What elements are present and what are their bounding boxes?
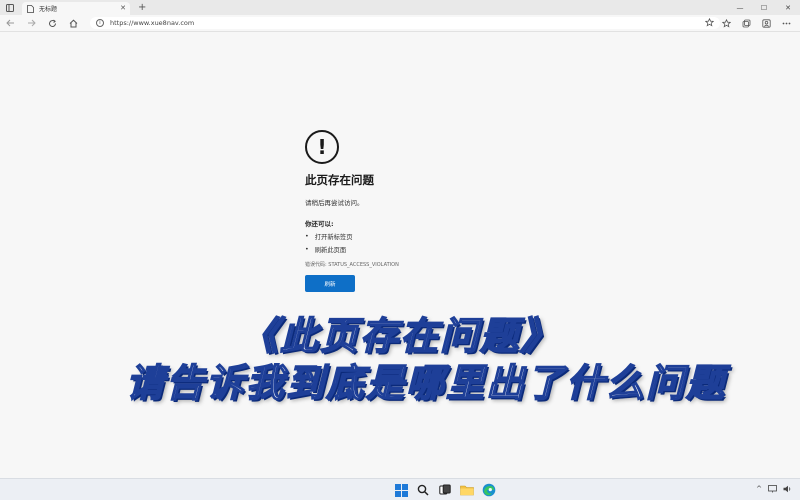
collections-button[interactable] xyxy=(736,15,756,32)
favorites-button[interactable] xyxy=(716,15,736,32)
tab-close-icon[interactable]: ✕ xyxy=(120,5,126,12)
back-button[interactable] xyxy=(0,15,21,32)
profile-button[interactable] xyxy=(756,15,776,32)
system-tray: ^ xyxy=(756,485,792,493)
star-icon xyxy=(721,19,731,28)
overlay-caption-line-2: 请告诉我到底是哪里出了什么问题 xyxy=(125,360,726,406)
home-button[interactable] xyxy=(63,15,84,32)
tab-actions-icon xyxy=(6,3,14,12)
maximize-button[interactable]: ☐ xyxy=(752,0,776,15)
refresh-page-button[interactable]: 刷新 xyxy=(305,275,355,292)
network-icon[interactable] xyxy=(768,485,777,493)
forward-arrow-icon xyxy=(28,19,36,27)
page-icon xyxy=(26,4,34,13)
more-menu-button[interactable] xyxy=(776,15,796,32)
collections-icon xyxy=(742,19,750,28)
back-arrow-icon xyxy=(6,19,14,27)
minimize-button[interactable]: — xyxy=(728,0,752,15)
site-info-icon[interactable]: i xyxy=(96,19,104,27)
suggestions-list: 打开新标签页 刷新此页面 xyxy=(305,232,565,254)
tab-actions-button[interactable] xyxy=(0,0,20,15)
suggestions-heading: 你还可以: xyxy=(305,220,334,228)
profile-icon xyxy=(761,19,771,28)
close-window-button[interactable]: ✕ xyxy=(776,0,800,15)
file-explorer-icon[interactable] xyxy=(459,482,475,498)
volume-icon[interactable] xyxy=(783,485,792,493)
refresh-icon xyxy=(49,19,57,27)
suggestion-open-new-tab: 打开新标签页 xyxy=(305,232,565,241)
home-icon xyxy=(69,19,78,27)
more-dots-icon xyxy=(782,22,790,25)
error-title: 此页存在问题 xyxy=(305,173,374,187)
tab-strip: 无标题 ✕ + — ☐ ✕ xyxy=(0,0,800,16)
error-code: 错误代码: STATUS_ACCESS_VIOLATION xyxy=(305,262,399,268)
refresh-button[interactable] xyxy=(42,15,63,32)
tab-title: 无标题 xyxy=(39,6,58,13)
tray-chevron-icon[interactable]: ^ xyxy=(756,485,762,493)
error-description: 请稍后再尝试访问。 xyxy=(305,199,364,207)
address-bar[interactable]: i https://www.xue8nav.com xyxy=(90,17,720,29)
suggestion-refresh-page: 刷新此页面 xyxy=(305,245,565,254)
task-view-icon[interactable] xyxy=(437,482,453,498)
browser-tab[interactable]: 无标题 ✕ xyxy=(22,1,130,16)
taskbar: ^ xyxy=(0,478,800,500)
windows-start-icon[interactable] xyxy=(393,482,409,498)
edge-browser-icon[interactable] xyxy=(481,482,497,498)
toolbar-right xyxy=(716,15,796,32)
new-tab-button[interactable]: + xyxy=(138,2,146,13)
exclamation-circle-icon: ! xyxy=(305,130,339,164)
add-favorite-icon[interactable] xyxy=(704,17,715,29)
error-panel: ! 此页存在问题 请稍后再尝试访问。 你还可以: 打开新标签页 刷新此页面 错误… xyxy=(305,130,565,292)
navigation-bar: i https://www.xue8nav.com xyxy=(0,15,800,32)
forward-button[interactable] xyxy=(21,15,42,32)
window-controls: — ☐ ✕ xyxy=(728,0,800,15)
url-text[interactable]: https://www.xue8nav.com xyxy=(110,19,705,27)
search-icon[interactable] xyxy=(415,482,431,498)
taskbar-icons xyxy=(393,482,497,498)
